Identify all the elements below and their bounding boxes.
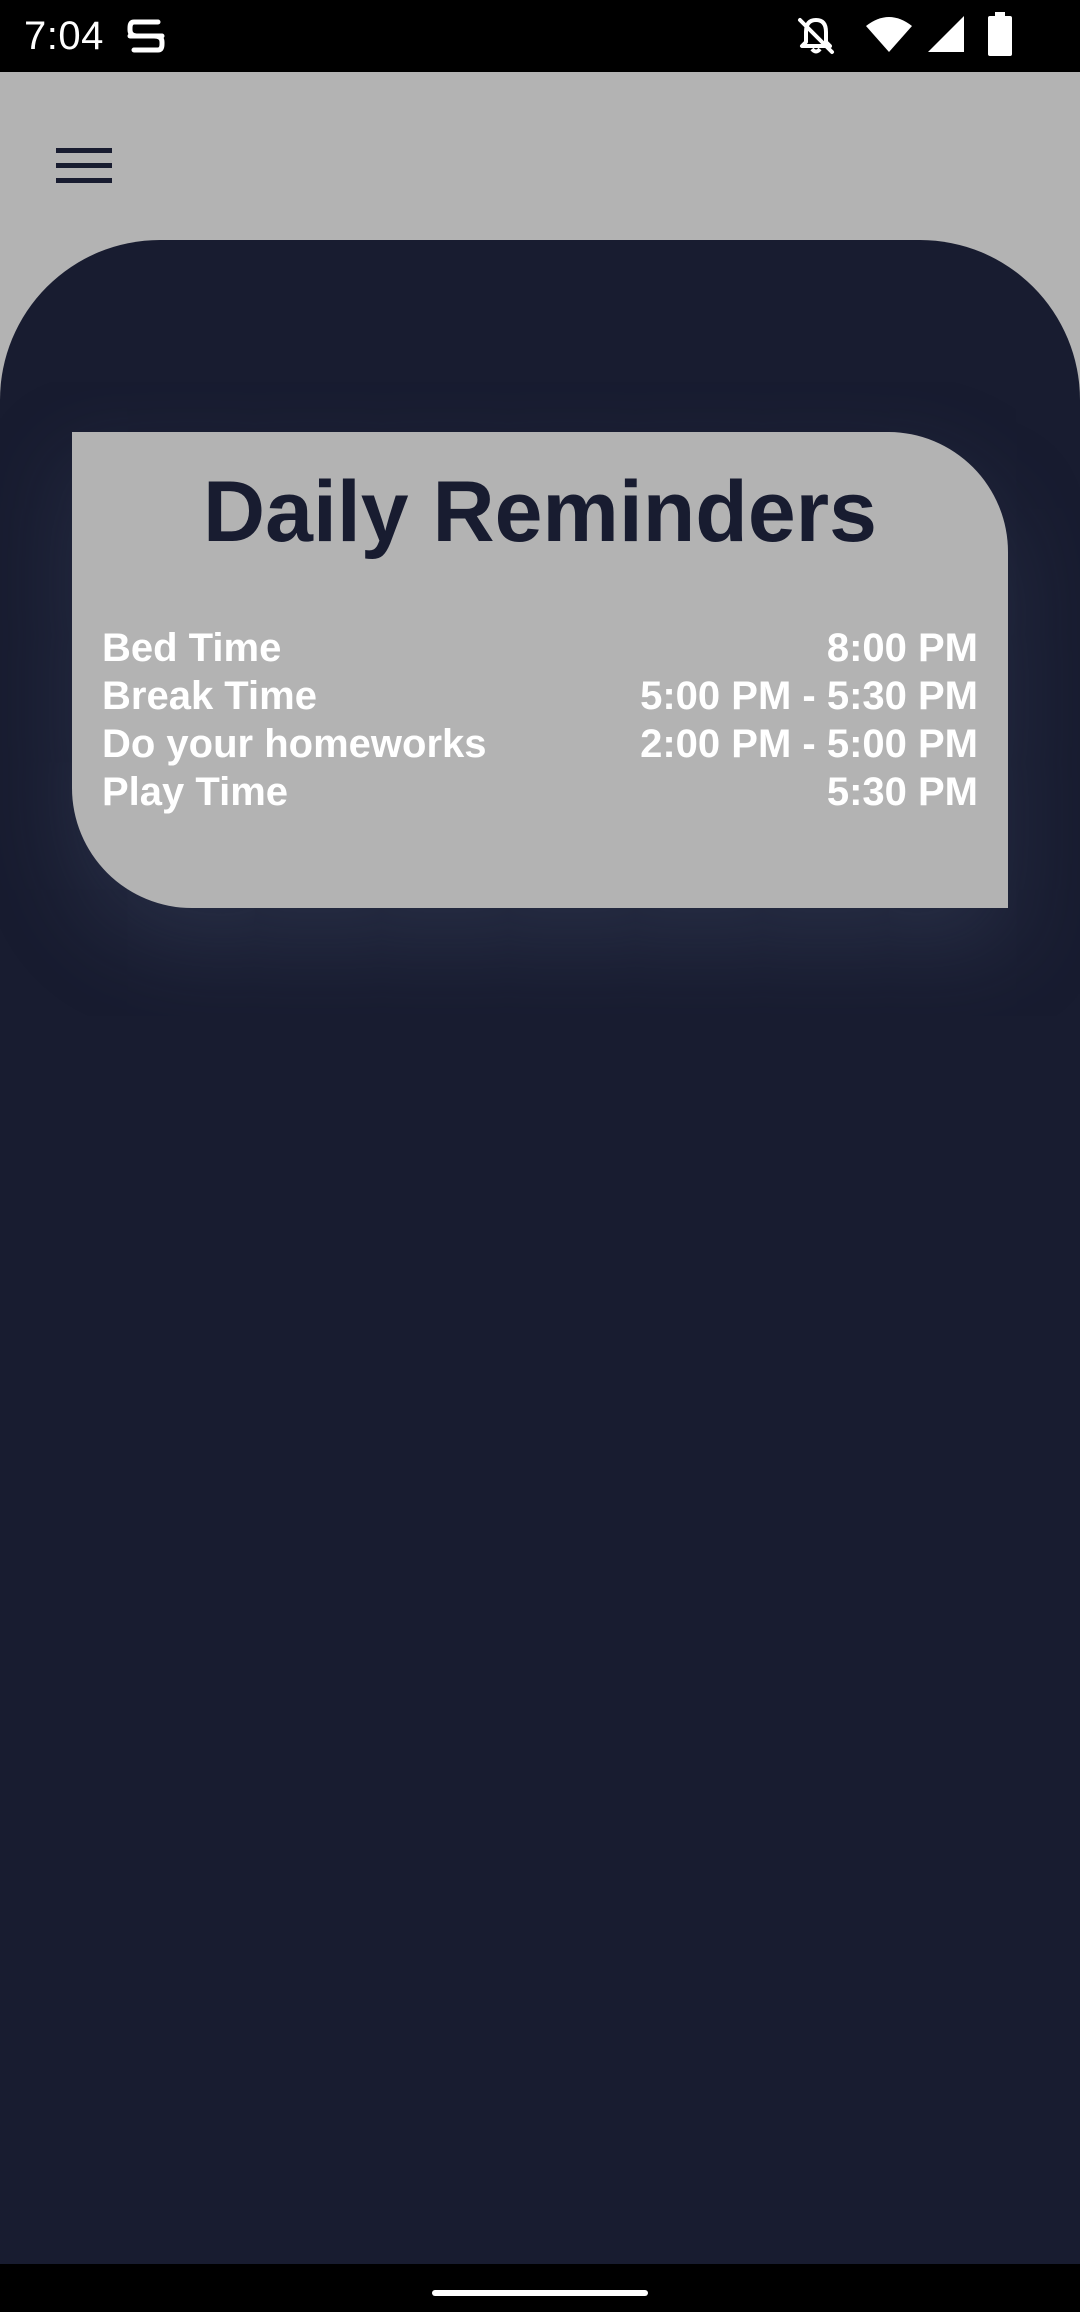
reminder-label: Play Time xyxy=(102,770,289,814)
reminder-label: Break Time xyxy=(102,674,317,718)
notifications-off-icon xyxy=(798,18,834,54)
reminder-time: 5:30 PM xyxy=(826,770,978,814)
status-icons xyxy=(780,0,1080,72)
app-notification-icon xyxy=(127,19,165,53)
reminder-time: 2:00 PM - 5:00 PM xyxy=(640,722,978,766)
status-time: 7:04 xyxy=(24,14,104,58)
reminder-list: Bed Time 8:00 PM Break Time 5:00 PM - 5:… xyxy=(102,624,978,816)
daily-reminders-card: Daily Reminders Bed Time 8:00 PM Break T… xyxy=(72,432,1008,908)
wifi-icon xyxy=(866,17,912,52)
reminder-label: Do your homeworks xyxy=(102,722,487,766)
status-bar: 7:04 xyxy=(0,0,1080,72)
app-bar xyxy=(0,72,1080,240)
reminder-label: Bed Time xyxy=(102,626,282,670)
reminder-item: Bed Time 8:00 PM xyxy=(102,624,978,672)
home-indicator[interactable] xyxy=(432,2290,648,2296)
card-title: Daily Reminders xyxy=(203,464,877,560)
battery-icon xyxy=(988,12,1012,56)
reminder-item: Do your homeworks 2:00 PM - 5:00 PM xyxy=(102,720,978,768)
reminder-time: 5:00 PM - 5:30 PM xyxy=(640,674,978,718)
cellular-signal-icon xyxy=(928,16,964,52)
menu-button[interactable] xyxy=(40,122,128,210)
reminder-item: Break Time 5:00 PM - 5:30 PM xyxy=(102,672,978,720)
navigation-bar xyxy=(0,2264,1080,2312)
reminder-item: Play Time 5:30 PM xyxy=(102,768,978,816)
reminder-time: 8:00 PM xyxy=(826,626,978,670)
hamburger-menu-icon xyxy=(56,148,112,183)
